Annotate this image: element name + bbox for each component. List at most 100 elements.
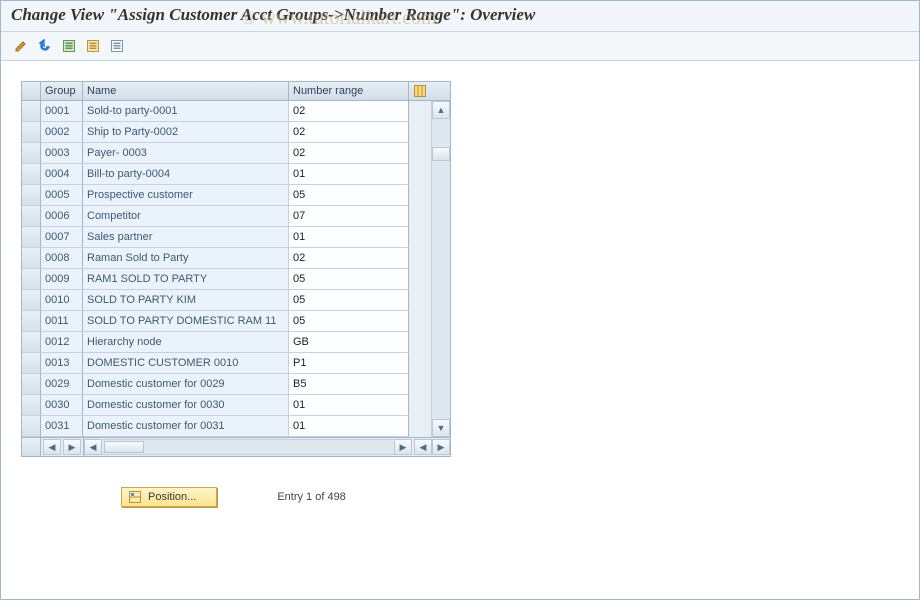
cell-number-range[interactable]: 07	[289, 206, 409, 227]
row-selector[interactable]	[22, 122, 41, 143]
row-selector[interactable]	[22, 101, 41, 122]
horizontal-scroll-track[interactable]	[102, 439, 394, 455]
table-row: 0010SOLD TO PARTY KIM05	[22, 290, 431, 311]
cell-number-range[interactable]: 02	[289, 101, 409, 122]
cell-group: 0011	[41, 311, 83, 332]
row-selector[interactable]	[22, 416, 41, 437]
table-row: 0004Bill-to party-000401	[22, 164, 431, 185]
entry-count: Entry 1 of 498	[277, 491, 346, 503]
cell-group: 0006	[41, 206, 83, 227]
row-selector[interactable]	[22, 353, 41, 374]
title-bar: Change View "Assign Customer Acct Groups…	[1, 1, 919, 32]
cell-number-range[interactable]: 01	[289, 164, 409, 185]
row-selector[interactable]	[22, 311, 41, 332]
cell-group: 0005	[41, 185, 83, 206]
cell-name: Competitor	[83, 206, 289, 227]
hscroll-fixed-region: ◀ ▶	[41, 438, 84, 456]
row-selector[interactable]	[22, 290, 41, 311]
table-row: 0011SOLD TO PARTY DOMESTIC RAM 1105	[22, 311, 431, 332]
cell-number-range[interactable]: 02	[289, 143, 409, 164]
vertical-scroll-thumb[interactable]	[432, 147, 450, 161]
row-selector[interactable]	[22, 164, 41, 185]
cell-number-range[interactable]: 02	[289, 122, 409, 143]
row-selector[interactable]	[22, 206, 41, 227]
cell-number-range[interactable]: 05	[289, 311, 409, 332]
table-row: 0005Prospective customer05	[22, 185, 431, 206]
hscroll-right-end-icon[interactable]: ▶	[432, 439, 450, 455]
cell-group: 0003	[41, 143, 83, 164]
table-row: 0003Payer- 000302	[22, 143, 431, 164]
cell-number-range[interactable]: GB	[289, 332, 409, 353]
window: Change View "Assign Customer Acct Groups…	[0, 0, 920, 600]
table-row: 0001Sold-to party-000102	[22, 101, 431, 122]
cell-name: Hierarchy node	[83, 332, 289, 353]
horizontal-scrollbar[interactable]: ◀ ▶ ◀ ▶ ◀ ▶	[22, 437, 450, 456]
cell-number-range[interactable]: 01	[289, 227, 409, 248]
row-selector[interactable]	[22, 227, 41, 248]
table-row: 0031Domestic customer for 003101	[22, 416, 431, 437]
page-title: Change View "Assign Customer Acct Groups…	[11, 5, 535, 24]
cell-group: 0008	[41, 248, 83, 269]
hscroll-left-icon[interactable]: ◀	[84, 439, 102, 455]
cell-number-range[interactable]: 02	[289, 248, 409, 269]
cell-name: Sales partner	[83, 227, 289, 248]
column-header-name[interactable]: Name	[83, 82, 289, 100]
cell-number-range[interactable]: P1	[289, 353, 409, 374]
table-row: 0012Hierarchy nodeGB	[22, 332, 431, 353]
deselect-all-icon[interactable]	[107, 36, 127, 56]
cell-group: 0004	[41, 164, 83, 185]
cell-group: 0012	[41, 332, 83, 353]
configure-columns-icon[interactable]	[409, 82, 430, 100]
cell-group: 0030	[41, 395, 83, 416]
position-button-label: Position...	[148, 491, 196, 503]
table-row: 0002Ship to Party-000202	[22, 122, 431, 143]
row-selector[interactable]	[22, 248, 41, 269]
cell-number-range[interactable]: 05	[289, 290, 409, 311]
grid-header: Group Name Number range	[22, 82, 450, 101]
table-row: 0013DOMESTIC CUSTOMER 0010P1	[22, 353, 431, 374]
vertical-scroll-track[interactable]	[432, 119, 450, 419]
table-row: 0007Sales partner01	[22, 227, 431, 248]
table-row: 0030Domestic customer for 003001	[22, 395, 431, 416]
cell-number-range[interactable]: B5	[289, 374, 409, 395]
row-selector-header[interactable]	[22, 82, 41, 100]
select-all-icon[interactable]	[59, 36, 79, 56]
horizontal-scroll-thumb[interactable]	[104, 441, 144, 453]
cell-name: Bill-to party-0004	[83, 164, 289, 185]
scroll-down-icon[interactable]: ▼	[432, 419, 450, 437]
cell-number-range[interactable]: 01	[289, 416, 409, 437]
cell-number-range[interactable]: 05	[289, 269, 409, 290]
row-selector[interactable]	[22, 185, 41, 206]
cell-group: 0013	[41, 353, 83, 374]
column-header-number-range[interactable]: Number range	[289, 82, 409, 100]
edit-icon[interactable]	[11, 36, 31, 56]
cell-name: Ship to Party-0002	[83, 122, 289, 143]
hscroll-corner	[22, 438, 41, 456]
row-selector[interactable]	[22, 143, 41, 164]
undo-icon[interactable]	[35, 36, 55, 56]
cell-number-range[interactable]: 05	[289, 185, 409, 206]
hscroll-left-fixed-icon[interactable]: ◀	[43, 439, 61, 455]
position-button[interactable]: Position...	[121, 487, 217, 507]
row-selector[interactable]	[22, 395, 41, 416]
column-header-group[interactable]: Group	[41, 82, 83, 100]
cell-name: SOLD TO PARTY DOMESTIC RAM 11	[83, 311, 289, 332]
cell-name: Domestic customer for 0031	[83, 416, 289, 437]
select-block-icon[interactable]	[83, 36, 103, 56]
row-selector[interactable]	[22, 332, 41, 353]
vertical-scrollbar[interactable]: ▲ ▼	[431, 101, 450, 437]
cell-name: RAM1 SOLD TO PARTY	[83, 269, 289, 290]
row-selector[interactable]	[22, 374, 41, 395]
hscroll-right-fixed-icon[interactable]: ▶	[63, 439, 81, 455]
cell-number-range[interactable]: 01	[289, 395, 409, 416]
grid-body: 0001Sold-to party-0001020002Ship to Part…	[22, 101, 450, 437]
cell-name: DOMESTIC CUSTOMER 0010	[83, 353, 289, 374]
hscroll-left-end-icon[interactable]: ◀	[414, 439, 432, 455]
cell-group: 0007	[41, 227, 83, 248]
hscroll-right-icon[interactable]: ▶	[394, 439, 412, 455]
content-area: Group Name Number range 0001Sold-to part…	[1, 61, 919, 527]
scroll-up-icon[interactable]: ▲	[432, 101, 450, 119]
cell-name: Domestic customer for 0030	[83, 395, 289, 416]
cell-name: Raman Sold to Party	[83, 248, 289, 269]
row-selector[interactable]	[22, 269, 41, 290]
